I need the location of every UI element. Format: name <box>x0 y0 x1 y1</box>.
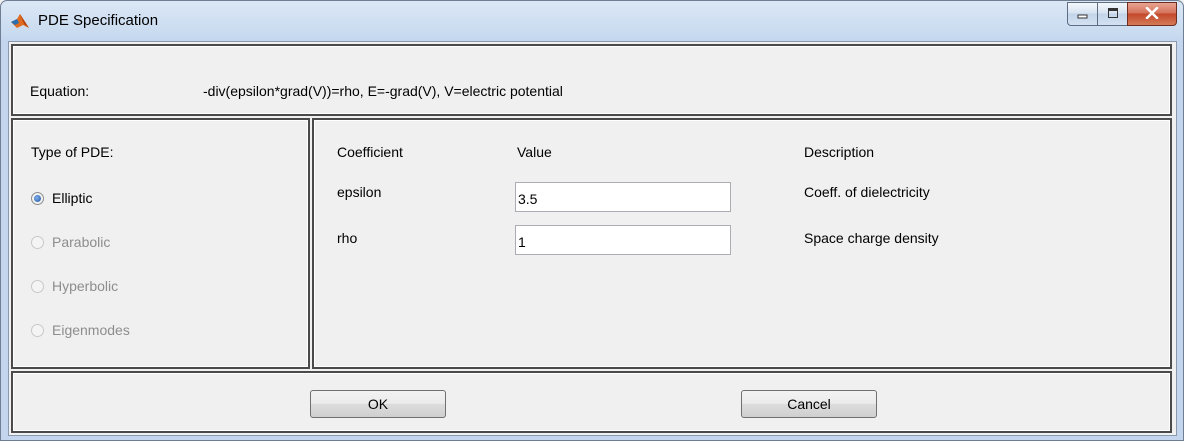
radio-button-disabled <box>31 279 44 293</box>
header-value: Value <box>517 144 552 160</box>
epsilon-value-input[interactable] <box>515 182 731 212</box>
radio-label-parabolic: Parabolic <box>52 234 111 250</box>
button-panel: OK Cancel <box>11 371 1172 433</box>
minimize-icon <box>1077 6 1089 22</box>
pde-type-panel: Type of PDE: Elliptic Parabolic Hyperbol… <box>11 118 310 369</box>
close-button[interactable] <box>1127 2 1177 26</box>
title-bar[interactable]: PDE Specification <box>1 1 1183 41</box>
radio-button-checked[interactable] <box>31 191 44 205</box>
radio-label-hyperbolic: Hyperbolic <box>52 278 119 294</box>
minimize-button[interactable] <box>1067 2 1097 26</box>
dialog-client-area: Equation: -div(epsilon*grad(V))=rho, E=-… <box>8 41 1177 436</box>
header-description: Description <box>804 144 875 160</box>
rho-value-input[interactable] <box>515 225 731 255</box>
window-title: PDE Specification <box>38 12 159 29</box>
coefficients-panel: Coefficient Value Description epsilon Co… <box>312 118 1172 369</box>
maximize-icon <box>1107 6 1119 22</box>
coefficient-description-epsilon: Coeff. of dielectricity <box>804 184 930 200</box>
coefficient-description-rho: Space charge density <box>804 230 939 246</box>
radio-elliptic[interactable]: Elliptic <box>31 190 92 206</box>
radio-label-elliptic: Elliptic <box>52 190 93 206</box>
coefficient-name-epsilon: epsilon <box>337 184 382 200</box>
equation-panel: Equation: -div(epsilon*grad(V))=rho, E=-… <box>11 44 1172 116</box>
radio-hyperbolic: Hyperbolic <box>31 278 118 294</box>
pde-specification-window: PDE Specification Equation: -div(epsilon… <box>0 0 1184 441</box>
close-icon <box>1145 6 1159 22</box>
ok-button[interactable]: OK <box>310 390 446 418</box>
radio-parabolic: Parabolic <box>31 234 110 250</box>
cancel-button[interactable]: Cancel <box>741 390 877 418</box>
radio-button-disabled <box>31 323 44 337</box>
radio-button-disabled <box>31 235 44 249</box>
pde-type-title: Type of PDE: <box>31 144 114 160</box>
window-controls <box>1067 2 1177 28</box>
radio-eigenmodes: Eigenmodes <box>31 322 130 338</box>
radio-label-eigenmodes: Eigenmodes <box>52 322 130 338</box>
coefficient-name-rho: rho <box>337 230 358 246</box>
equation-text: -div(epsilon*grad(V))=rho, E=-grad(V), V… <box>203 83 563 99</box>
header-coefficient: Coefficient <box>337 144 403 160</box>
maximize-button[interactable] <box>1097 2 1127 26</box>
equation-label: Equation: <box>30 83 90 99</box>
matlab-logo-icon <box>10 11 30 31</box>
